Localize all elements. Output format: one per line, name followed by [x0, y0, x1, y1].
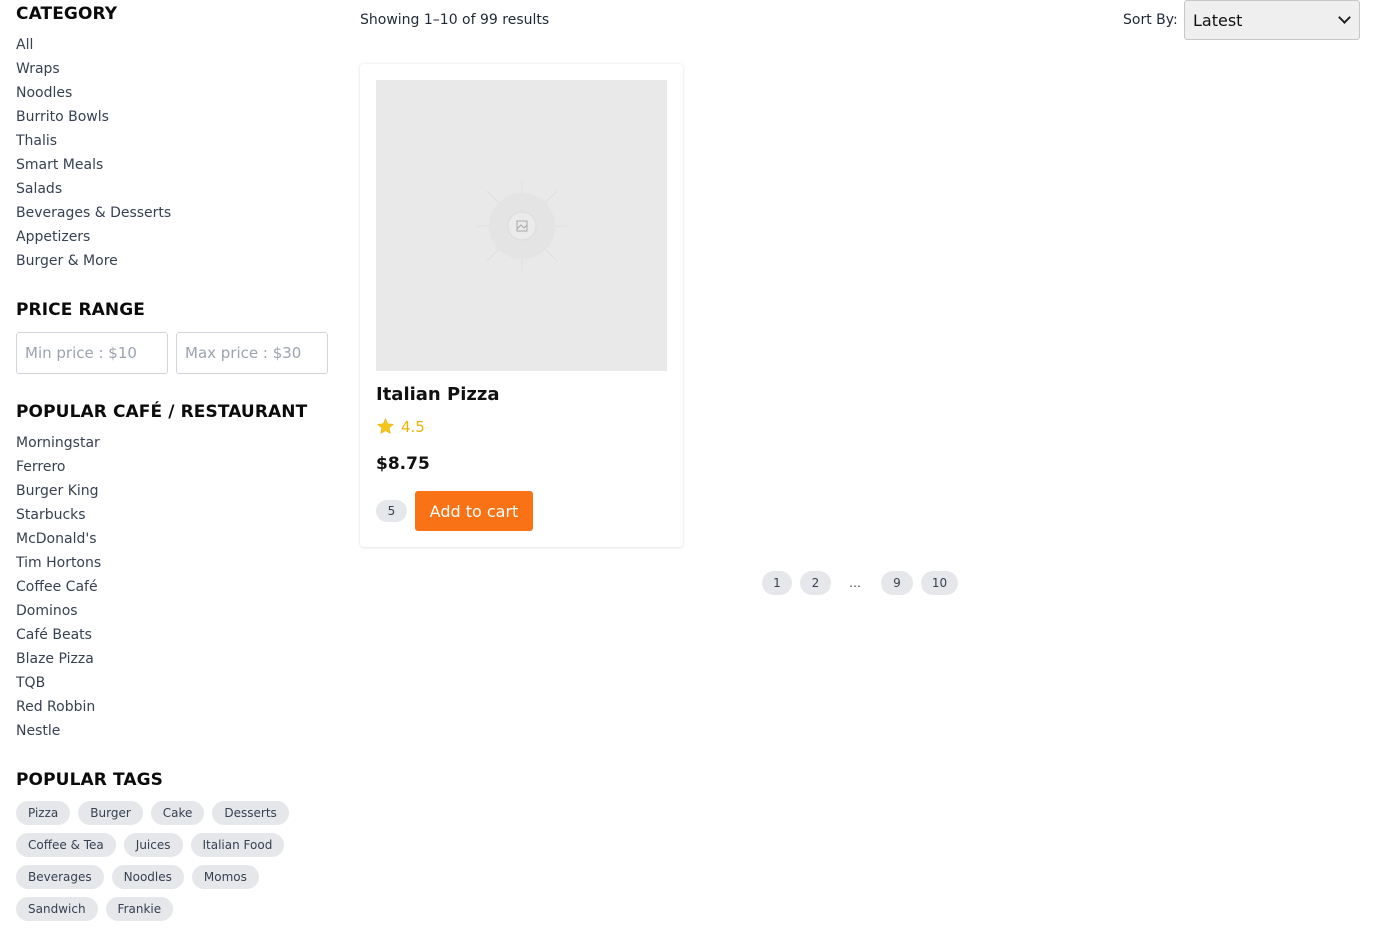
popular-restaurant-item-6[interactable]: Coffee Café	[16, 575, 101, 599]
sort-selected-value: Latest	[1193, 10, 1243, 30]
category-item-2[interactable]: Noodles	[16, 81, 171, 105]
page-button[interactable]: 9	[881, 571, 913, 595]
popular-restaurant-item-2[interactable]: Burger King	[16, 479, 101, 503]
sort-label: Sort By:	[1123, 12, 1178, 28]
tag-chip[interactable]: Beverages	[16, 865, 104, 889]
tag-chip[interactable]: Italian Food	[190, 833, 285, 857]
popular-restaurant-item-4[interactable]: McDonald's	[16, 527, 101, 551]
category-item-7[interactable]: Beverages & Desserts	[16, 201, 171, 225]
popular-restaurant-item-12[interactable]: Nestle	[16, 719, 101, 743]
quantity-badge[interactable]: 5	[376, 500, 407, 522]
max-price-input[interactable]	[176, 332, 328, 374]
tag-chip[interactable]: Sandwich	[16, 897, 98, 921]
category-item-8[interactable]: Appetizers	[16, 225, 171, 249]
category-item-9[interactable]: Burger & More	[16, 249, 171, 273]
popular-restaurant-item-9[interactable]: Blaze Pizza	[16, 647, 101, 671]
category-item-6[interactable]: Salads	[16, 177, 171, 201]
star-icon	[377, 417, 394, 435]
page-button[interactable]: 2	[800, 571, 831, 595]
tag-chip[interactable]: Noodles	[111, 865, 184, 889]
page-button[interactable]: 10	[921, 571, 958, 595]
tag-chip[interactable]: Momos	[191, 865, 259, 889]
popular-restaurant-item-3[interactable]: Starbucks	[16, 503, 101, 527]
popular-restaurant-item-11[interactable]: Red Robbin	[16, 695, 101, 719]
tag-chip[interactable]: Frankie	[105, 897, 174, 921]
tag-chip[interactable]: Desserts	[212, 801, 289, 825]
min-price-input[interactable]	[16, 332, 168, 374]
popular-restaurant-item-10[interactable]: TQB	[16, 671, 101, 695]
popular-tags-title: POPULAR TAGS	[16, 770, 164, 790]
popular-restaurant-item-7[interactable]: Dominos	[16, 599, 101, 623]
popular-restaurant-list: Morningstar Ferrero Burger King Starbucks Mc…	[16, 431, 101, 743]
popular-restaurant-item-1[interactable]: Ferrero	[16, 455, 101, 479]
popular-tags-list: Pizza Burger Cake Desserts Coffee & Tea Juice…	[16, 801, 316, 921]
category-item-3[interactable]: Burrito Bowls	[16, 105, 171, 129]
page-button[interactable]: 1	[762, 571, 792, 595]
category-item-1[interactable]: Wraps	[16, 57, 171, 81]
product-price: $8.75	[376, 454, 430, 474]
popular-restaurant-title: POPULAR CAFÉ / RESTAURANT	[16, 402, 308, 422]
category-item-5[interactable]: Smart Meals	[16, 153, 171, 177]
popular-restaurant-item-5[interactable]: Tim Hortons	[16, 551, 101, 575]
price-range-title: PRICE RANGE	[16, 300, 146, 320]
category-list: All Wraps Noodles Burrito Bowls Thalis Smart …	[16, 33, 171, 273]
rating-value: 4.5	[401, 417, 425, 436]
category-item-0[interactable]: All	[16, 33, 171, 57]
results-count: Showing 1–10 of 99 results	[360, 12, 550, 28]
category-item-4[interactable]: Thalis	[16, 129, 171, 153]
tag-chip[interactable]: Pizza	[16, 801, 71, 825]
product-name[interactable]: Italian Pizza	[376, 384, 499, 405]
sort-select[interactable]: Latest	[1184, 0, 1360, 40]
pagination-ellipsis: …	[849, 576, 861, 590]
product-image[interactable]	[376, 80, 667, 371]
popular-restaurant-item-0[interactable]: Morningstar	[16, 431, 101, 455]
price-range-inputs	[16, 332, 328, 374]
tag-chip[interactable]: Juices	[123, 833, 183, 857]
add-to-cart-button[interactable]: Add to cart	[415, 491, 533, 531]
tag-chip[interactable]: Coffee & Tea	[16, 833, 116, 857]
category-title: CATEGORY	[16, 4, 118, 24]
product-rating: 4.5	[376, 417, 425, 436]
tag-chip[interactable]: Cake	[150, 801, 205, 825]
popular-restaurant-item-8[interactable]: Café Beats	[16, 623, 101, 647]
image-placeholder-icon	[476, 180, 567, 271]
chevron-down-icon	[1338, 11, 1351, 24]
product-card: Italian Pizza 4.5 $8.75 5 Add to cart	[360, 64, 683, 547]
tag-chip[interactable]: Burger	[78, 801, 143, 825]
